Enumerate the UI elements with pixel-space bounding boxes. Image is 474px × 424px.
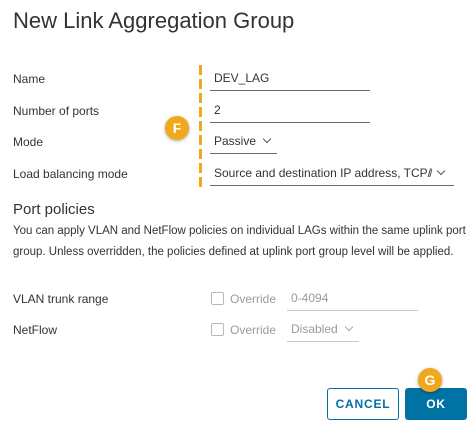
vlan-override-label: Override (230, 292, 277, 306)
port-policies-heading: Port policies (13, 201, 95, 218)
highlight-dashed-line (199, 65, 202, 187)
chevron-down-icon (262, 134, 272, 144)
vlan-override-checkbox[interactable] (211, 292, 224, 305)
chevron-down-icon (436, 166, 446, 176)
dialog-title: New Link Aggregation Group (13, 8, 295, 33)
mode-label: Mode (13, 135, 44, 149)
callout-badge-f: F (165, 116, 189, 140)
name-label: Name (13, 72, 46, 86)
cancel-button[interactable]: CANCEL (327, 388, 399, 420)
netflow-override-checkbox[interactable] (211, 323, 224, 336)
netflow-select[interactable]: Disabled (287, 322, 359, 342)
netflow-value: Disabled (291, 322, 338, 336)
load-balancing-select[interactable]: Source and destination IP address, TCP/̸ (210, 166, 454, 186)
vlan-range-input[interactable]: 0-4094 (287, 291, 418, 311)
ports-label: Number of ports (13, 104, 100, 118)
chevron-down-icon (344, 322, 353, 332)
ok-button[interactable]: OK (405, 388, 467, 420)
load-balancing-label: Load balancing mode (13, 167, 128, 181)
mode-value: Passive (214, 134, 257, 148)
callout-badge-g: G (418, 368, 442, 392)
port-policies-description: You can apply VLAN and NetFlow policies … (13, 225, 466, 258)
mode-select[interactable]: Passive (210, 134, 277, 154)
netflow-override-label: Override (230, 323, 277, 337)
load-balancing-value: Source and destination IP address, TCP/̸ (214, 166, 432, 180)
netflow-label: NetFlow (13, 323, 58, 337)
name-input[interactable]: DEV_LAG (210, 71, 370, 91)
vlan-label: VLAN trunk range (13, 292, 109, 306)
ports-input[interactable]: 2 (210, 103, 370, 123)
